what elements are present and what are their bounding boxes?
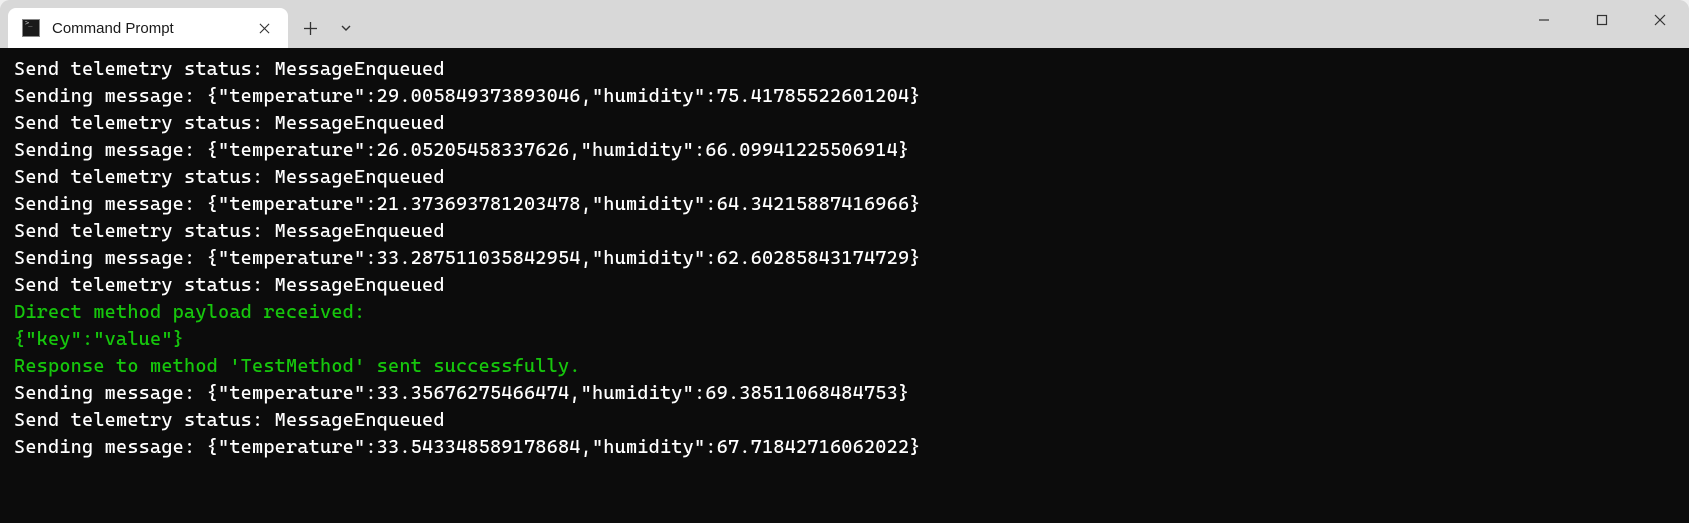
terminal-line: Send telemetry status: MessageEnqueued (14, 56, 1675, 83)
tab-title: Command Prompt (52, 20, 252, 37)
terminal-window: >_ Command Prompt (0, 0, 1689, 523)
terminal-line: Send telemetry status: MessageEnqueued (14, 218, 1675, 245)
terminal-line: Sending message: {"temperature":33.35676… (14, 380, 1675, 407)
terminal-line: Sending message: {"temperature":33.28751… (14, 245, 1675, 272)
terminal-line: Send telemetry status: MessageEnqueued (14, 110, 1675, 137)
terminal-line: Sending message: {"temperature":33.54334… (14, 434, 1675, 461)
terminal-line: Response to method 'TestMethod' sent suc… (14, 353, 1675, 380)
close-icon (259, 23, 270, 34)
terminal-line: Send telemetry status: MessageEnqueued (14, 164, 1675, 191)
terminal-line: Send telemetry status: MessageEnqueued (14, 407, 1675, 434)
minimize-button[interactable] (1515, 0, 1573, 40)
maximize-icon (1596, 14, 1608, 26)
minimize-icon (1538, 14, 1550, 26)
terminal-line: Sending message: {"temperature":26.05205… (14, 137, 1675, 164)
cmd-icon: >_ (22, 19, 40, 37)
terminal-line: Sending message: {"temperature":21.37369… (14, 191, 1675, 218)
terminal-line: {"key":"value"} (14, 326, 1675, 353)
close-tab-button[interactable] (252, 16, 276, 40)
new-tab-button[interactable] (292, 10, 328, 46)
close-window-button[interactable] (1631, 0, 1689, 40)
maximize-button[interactable] (1573, 0, 1631, 40)
terminal-output[interactable]: Send telemetry status: MessageEnqueuedSe… (0, 48, 1689, 523)
terminal-line: Send telemetry status: MessageEnqueued (14, 272, 1675, 299)
chevron-down-icon (340, 22, 352, 34)
titlebar: >_ Command Prompt (0, 0, 1689, 48)
close-icon (1654, 14, 1666, 26)
window-controls (1515, 0, 1689, 40)
plus-icon (304, 22, 317, 35)
terminal-line: Sending message: {"temperature":29.00584… (14, 83, 1675, 110)
tab-dropdown-button[interactable] (328, 10, 364, 46)
terminal-line: Direct method payload received: (14, 299, 1675, 326)
tab-command-prompt[interactable]: >_ Command Prompt (8, 8, 288, 48)
